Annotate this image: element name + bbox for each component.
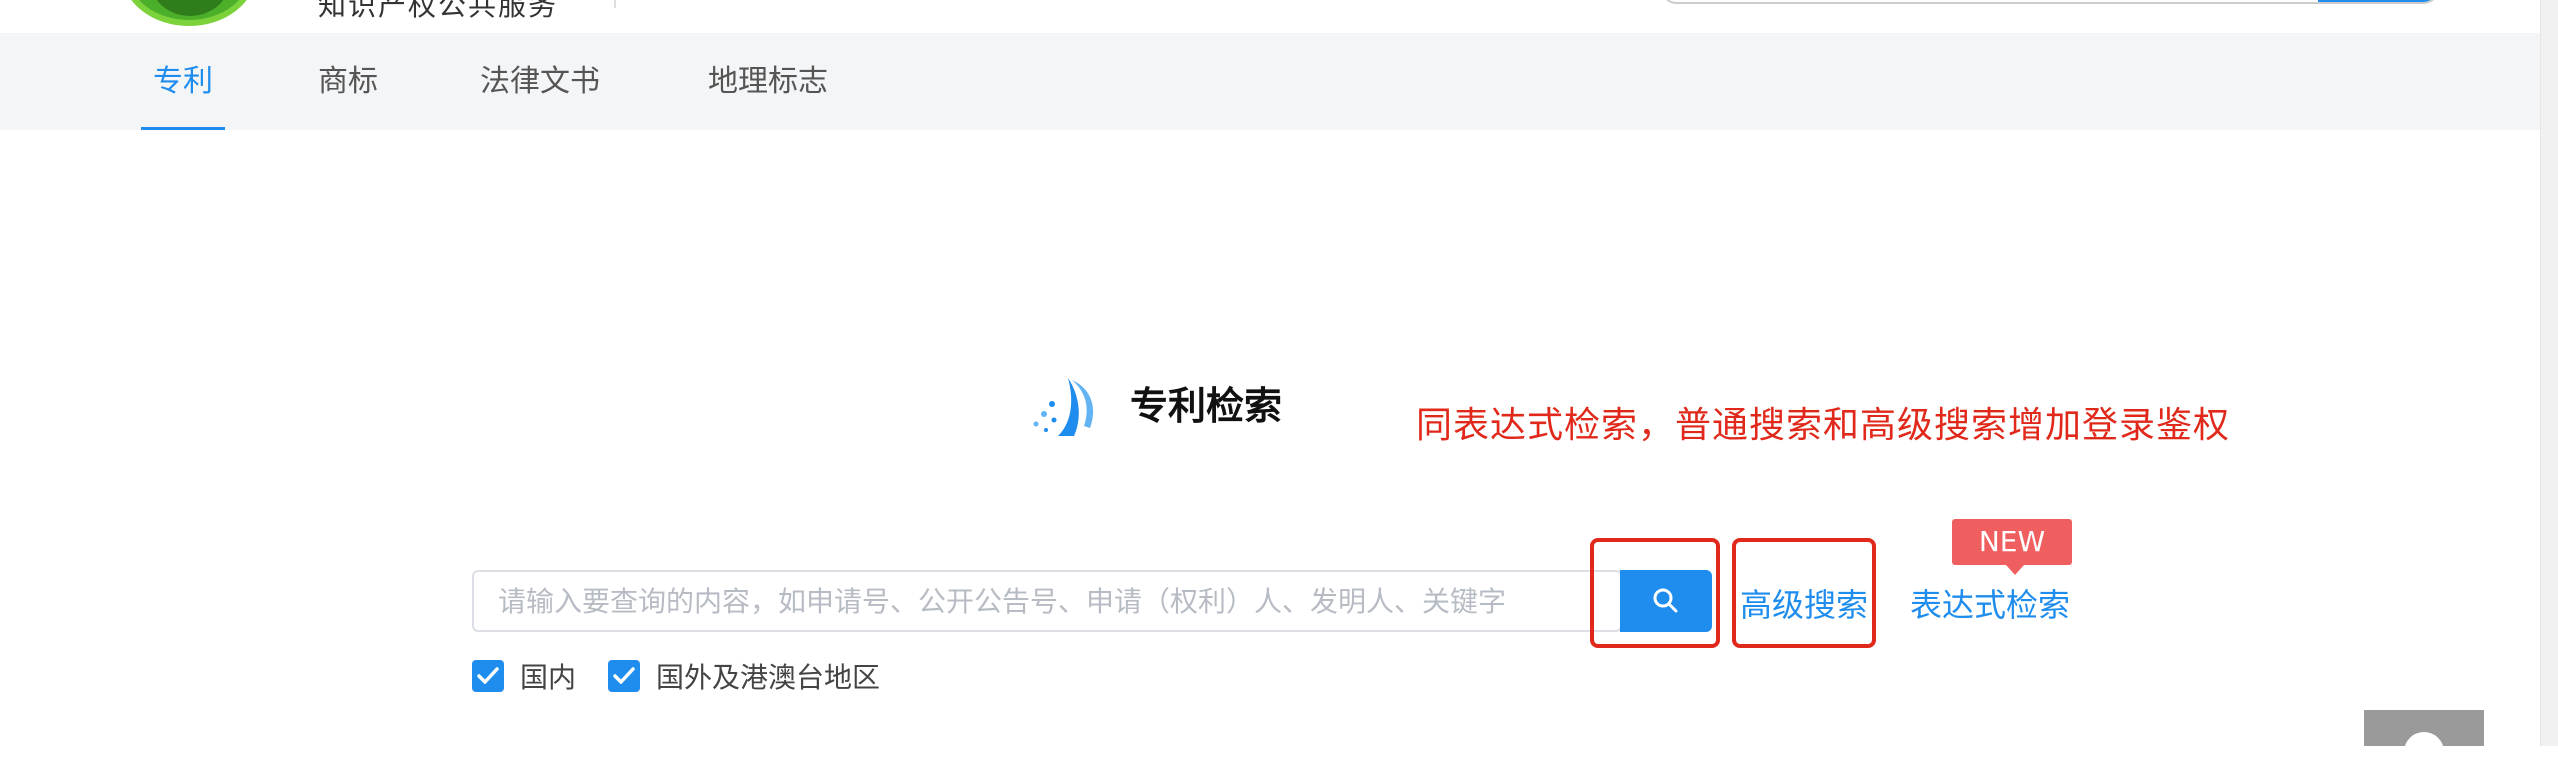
title-divider <box>614 0 616 8</box>
new-badge: NEW <box>1952 519 2072 575</box>
search-input[interactable] <box>472 570 1622 632</box>
site-logo[interactable] <box>122 0 256 26</box>
header-search-button[interactable] <box>2318 0 2438 2</box>
check-icon <box>613 667 635 684</box>
patent-search-logo-icon <box>1033 378 1094 436</box>
advanced-search-link[interactable]: 高级搜索 <box>1740 580 1868 626</box>
floating-avatar-widget[interactable] <box>2364 710 2484 772</box>
header-search-bar[interactable] <box>1660 0 2440 4</box>
checkbox-domestic[interactable] <box>472 660 504 692</box>
check-icon <box>477 667 499 684</box>
category-nav: 专利 商标 法律文书 地理标志 <box>0 33 2540 130</box>
tab-geographical-indication[interactable]: 地理标志 <box>708 33 828 130</box>
avatar-icon <box>2404 732 2444 772</box>
page-title: 专利检索 <box>1130 384 1283 428</box>
site-title: 知识产权公共服务 <box>318 0 559 22</box>
checkbox-foreign[interactable] <box>608 660 640 692</box>
search-button[interactable] <box>1620 570 1712 632</box>
filter-foreign[interactable]: 国外及港澳台地区 <box>608 656 880 696</box>
tab-patent[interactable]: 专利 <box>141 33 225 130</box>
expression-search-link[interactable]: 表达式检索 <box>1910 580 2070 626</box>
tab-trademark[interactable]: 商标 <box>318 33 378 130</box>
tab-legal-documents[interactable]: 法律文书 <box>480 33 600 130</box>
checkbox-label: 国外及港澳台地区 <box>656 661 881 694</box>
filter-domestic[interactable]: 国内 <box>472 656 576 696</box>
annotation-note: 同表达式检索，普通搜索和高级搜索增加登录鉴权 <box>1416 405 2231 446</box>
search-icon <box>1653 588 1678 613</box>
page-scrollbar[interactable] <box>2540 0 2558 746</box>
top-header: 知识产权公共服务 <box>0 0 2540 33</box>
checkbox-label: 国内 <box>520 661 577 694</box>
